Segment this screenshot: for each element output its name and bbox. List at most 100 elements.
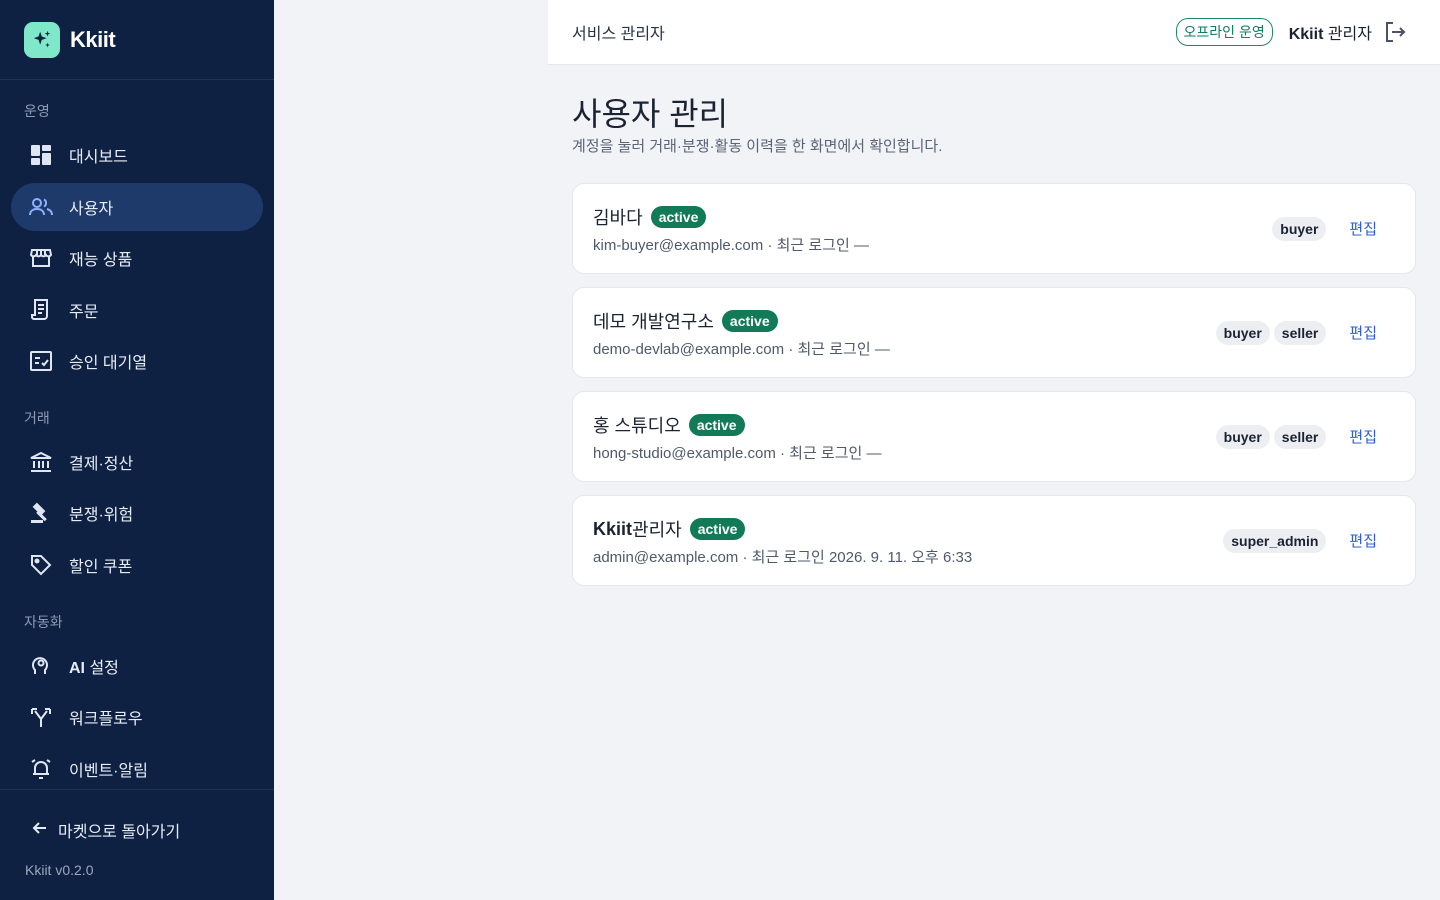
user-email: demo-devlab@example.com xyxy=(593,341,785,358)
role-badge: buyer xyxy=(1272,216,1327,241)
sidebar-item-coupons[interactable]: 할인 쿠폰 xyxy=(11,541,263,589)
branch-icon xyxy=(28,704,54,730)
user-card[interactable]: 김바다 active kim-buyer@example.com · 최근 로그… xyxy=(572,183,1416,274)
sidebar-item-dashboard[interactable]: 대시보드 xyxy=(11,131,263,179)
sidebar-item-ai-settings[interactable]: AI 설정 xyxy=(11,642,263,690)
user-email: hong-studio@example.com xyxy=(593,445,776,462)
user-email: admin@example.com xyxy=(593,549,739,566)
storefront-icon xyxy=(28,245,54,271)
user-actions: buyer 편집 xyxy=(1268,184,1377,273)
sidebar-item-payments[interactable]: 결제·정산 xyxy=(11,438,263,486)
last-login: · 최근 로그인 — xyxy=(763,237,869,254)
edit-link[interactable]: 편집 xyxy=(1349,530,1377,551)
admin-name-bold: Kkiit xyxy=(1288,26,1324,43)
user-actions: buyer seller 편집 xyxy=(1212,288,1377,377)
sidebar-item-label: 분쟁·위험 xyxy=(69,507,134,524)
sidebar: Kkiit 운영 대시보드 사용자 재능 상품 주문 승인 대기열 거래 결제·… xyxy=(0,0,274,900)
status-badge: active xyxy=(689,518,746,540)
role-badge: buyer xyxy=(1215,424,1270,449)
sidebar-item-label: 사용자 xyxy=(69,201,114,218)
user-actions: super_admin 편집 xyxy=(1219,496,1377,585)
user-email: kim-buyer@example.com xyxy=(593,237,764,254)
status-badge: active xyxy=(721,310,778,332)
brand-name: Kkiit xyxy=(70,26,116,52)
sidebar-item-label: 주문 xyxy=(69,304,99,321)
edit-link[interactable]: 편집 xyxy=(1349,426,1377,447)
user-name: 데모 개발연구소 active xyxy=(593,308,778,334)
sidebar-item-disputes[interactable]: 분쟁·위험 xyxy=(11,489,263,537)
sidebar-item-label: AI 설정 xyxy=(69,654,119,678)
status-badge: active xyxy=(650,206,707,228)
page-title: 사용자 관리 xyxy=(572,96,729,132)
user-name: 홍 스튜디오 active xyxy=(593,412,745,438)
ai-label-rest: 설정 xyxy=(85,660,119,677)
user-name-text: 김바다 xyxy=(593,208,643,228)
sidebar-item-label: 재능 상품 xyxy=(69,252,133,269)
app-version: Kkiit v0.2.0 xyxy=(25,862,94,878)
last-login: · 최근 로그인 — xyxy=(784,341,890,358)
last-login: · 최근 로그인 2026. 9. 11. 오후 6:33 xyxy=(738,549,973,566)
nav-section-operations: 운영 xyxy=(24,103,50,119)
admin-name-rest: 관리자 xyxy=(1323,26,1372,43)
role-badge: buyer xyxy=(1215,320,1270,345)
offline-mode-badge: 오프라인 운영 xyxy=(1175,18,1273,46)
back-to-market-label: 마켓으로 돌아가기 xyxy=(58,824,181,841)
sidebar-item-label: 승인 대기열 xyxy=(69,355,148,372)
topbar: 서비스 관리자 오프라인 운영 Kkiit 관리자 xyxy=(548,0,1440,65)
topbar-right: 오프라인 운영 Kkiit 관리자 xyxy=(1175,0,1408,64)
role-badge: seller xyxy=(1273,424,1327,449)
logout-icon[interactable] xyxy=(1382,19,1408,45)
sidebar-item-users[interactable]: 사용자 xyxy=(11,183,263,231)
sidebar-item-orders[interactable]: 주문 xyxy=(11,286,263,334)
dashboard-icon xyxy=(28,142,54,168)
receipt-icon xyxy=(28,297,54,323)
edit-link[interactable]: 편집 xyxy=(1349,322,1377,343)
user-actions: buyer seller 편집 xyxy=(1212,392,1377,481)
role-badge: seller xyxy=(1273,320,1327,345)
sidebar-footer: 마켓으로 돌아가기 Kkiit v0.2.0 xyxy=(0,789,274,900)
checklist-icon xyxy=(28,348,54,374)
user-name-bold: Kkiit xyxy=(593,518,633,539)
nav-section-trade: 거래 xyxy=(24,410,50,426)
alarm-icon xyxy=(28,756,54,782)
sidebar-item-label: 워크플로우 xyxy=(69,711,143,728)
arrow-left-icon xyxy=(32,820,48,841)
user-meta: demo-devlab@example.com · 최근 로그인 — xyxy=(593,338,890,359)
admin-name: Kkiit 관리자 xyxy=(1289,20,1372,44)
user-name: Kkiit 관리자 active xyxy=(593,516,746,542)
sidebar-item-products[interactable]: 재능 상품 xyxy=(11,234,263,282)
users-icon xyxy=(28,194,54,220)
user-meta: admin@example.com · 최근 로그인 2026. 9. 11. … xyxy=(593,546,972,567)
edit-link[interactable]: 편집 xyxy=(1349,218,1377,239)
sidebar-item-events[interactable]: 이벤트·알림 xyxy=(11,745,263,793)
user-meta: kim-buyer@example.com · 최근 로그인 — xyxy=(593,234,869,255)
user-name: 김바다 active xyxy=(593,204,707,230)
gavel-icon xyxy=(28,500,54,526)
sidebar-item-label: 결제·정산 xyxy=(69,456,134,473)
sidebar-item-label: 대시보드 xyxy=(69,149,128,166)
sidebar-item-workflow[interactable]: 워크플로우 xyxy=(11,693,263,741)
back-to-market-link[interactable]: 마켓으로 돌아가기 xyxy=(32,818,180,842)
last-login: · 최근 로그인 — xyxy=(775,445,882,462)
nav-section-automation: 자동화 xyxy=(24,614,63,630)
tag-icon xyxy=(28,552,54,578)
user-card[interactable]: 데모 개발연구소 active demo-devlab@example.com … xyxy=(572,287,1416,378)
status-badge: active xyxy=(688,414,745,436)
user-card[interactable]: Kkiit 관리자 active admin@example.com · 최근 … xyxy=(572,495,1416,586)
ai-head-icon xyxy=(28,653,54,679)
user-name-text: 관리자 xyxy=(632,520,682,540)
user-name-text: 데모 개발연구소 xyxy=(593,312,714,332)
sparkles-icon xyxy=(24,21,60,58)
user-meta: hong-studio@example.com · 최근 로그인 — xyxy=(593,442,882,463)
user-card[interactable]: 홍 스튜디오 active hong-studio@example.com · … xyxy=(572,391,1416,482)
user-name-text: 홍 스튜디오 xyxy=(593,416,681,436)
sidebar-item-label: 할인 쿠폰 xyxy=(69,559,133,576)
brand[interactable]: Kkiit xyxy=(0,0,274,80)
page-subtitle: 계정을 눌러 거래·분쟁·활동 이력을 한 화면에서 확인합니다. xyxy=(572,138,943,155)
sidebar-item-label: 이벤트·알림 xyxy=(69,763,148,780)
role-badge: super_admin xyxy=(1223,528,1327,553)
bank-icon xyxy=(28,449,54,475)
ai-label-bold: AI xyxy=(69,660,85,677)
topbar-title: 서비스 관리자 xyxy=(572,26,665,43)
sidebar-item-approval-queue[interactable]: 승인 대기열 xyxy=(11,337,263,385)
